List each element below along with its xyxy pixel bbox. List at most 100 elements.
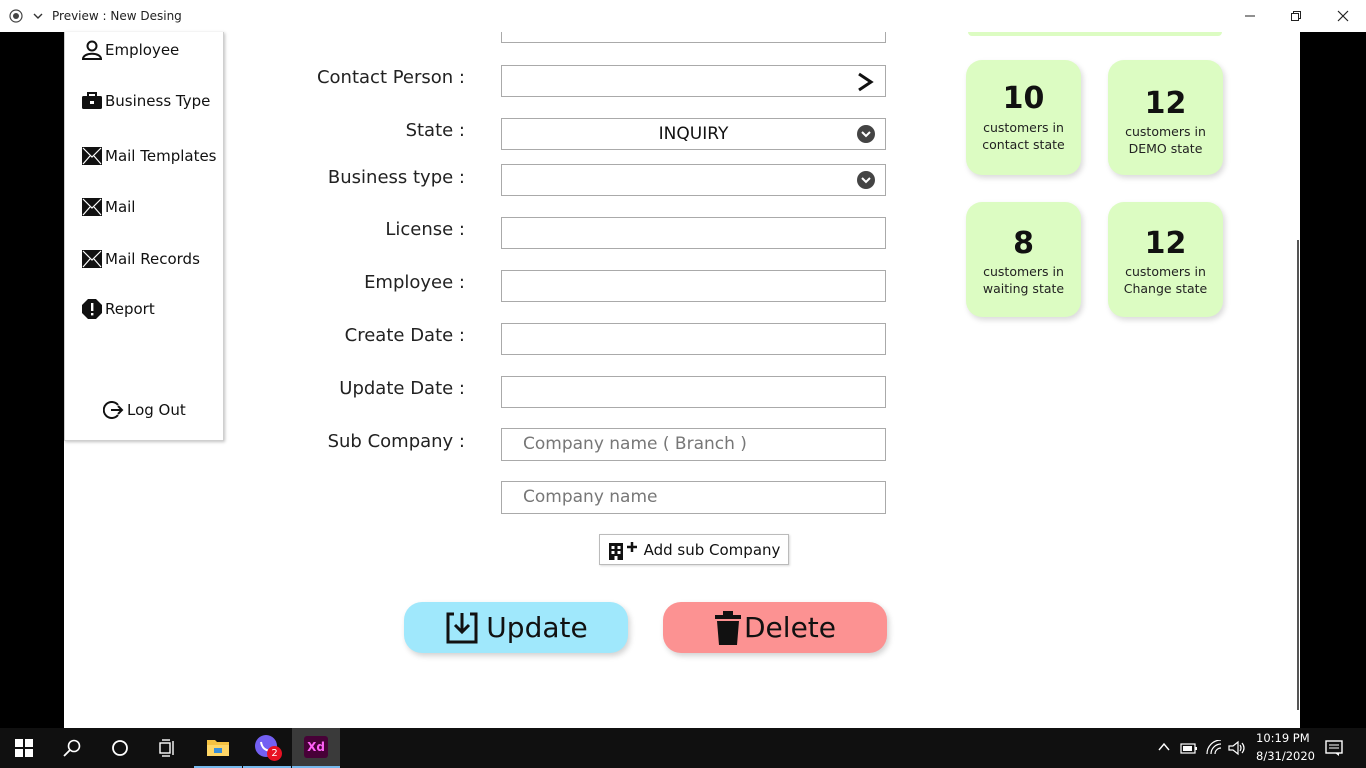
stat-card-change: 12 customers in Change state (1108, 202, 1223, 317)
state-label: State : (405, 120, 465, 141)
stat-text-line2: Change state (1123, 281, 1208, 296)
chevron-down-icon (857, 171, 875, 189)
briefcase-icon (82, 92, 102, 109)
company-name-placeholder: Company name (523, 487, 658, 507)
sidebar-item-label: Mail Records (105, 250, 200, 268)
sidebar-item-label: Report (105, 300, 155, 318)
battery-icon[interactable] (1180, 741, 1198, 755)
trash-icon (715, 610, 741, 645)
save-icon (446, 612, 478, 643)
stat-text-line1: customers in (1125, 264, 1206, 279)
taskbar: 2 Xd 10:19 PM 8/31/2020 (0, 728, 1366, 768)
chevron-up-icon[interactable] (1158, 742, 1170, 752)
create-date-field[interactable] (501, 323, 886, 355)
notification-badge: 2 (267, 746, 282, 761)
scrollbar[interactable] (1297, 240, 1299, 710)
sub-company-name-input[interactable]: Company name (501, 481, 886, 514)
mail-icon (82, 250, 102, 268)
viber-button[interactable]: 2 (243, 728, 291, 768)
clock-date[interactable]: 8/31/2020 (1256, 749, 1315, 763)
chevron-down-icon[interactable] (33, 11, 43, 21)
employee-field[interactable] (501, 270, 886, 302)
window-title-bar: Preview : New Desing (0, 0, 1366, 32)
stat-count: 8 (1013, 226, 1034, 261)
start-button[interactable] (0, 728, 48, 768)
file-explorer-button[interactable] (194, 728, 242, 768)
sidebar-item-label: Business Type (105, 92, 211, 110)
record-icon[interactable] (9, 9, 23, 23)
sidebar-item-employee[interactable]: Employee (81, 40, 179, 60)
stat-count: 12 (1144, 86, 1187, 121)
close-button[interactable] (1320, 4, 1366, 28)
cortana-button[interactable] (96, 728, 144, 768)
task-view-button[interactable] (144, 728, 192, 768)
stat-text-line2: contact state (982, 137, 1065, 152)
close-icon (1337, 10, 1349, 22)
chevron-right-icon[interactable] (855, 72, 875, 92)
stat-text-line2: DEMO state (1128, 141, 1203, 156)
sidebar-item-report[interactable]: Report (81, 298, 155, 320)
stat-text-line1: customers in (983, 120, 1064, 135)
windows-icon (15, 739, 33, 757)
partial-input-field[interactable] (501, 32, 886, 43)
folder-icon (207, 740, 229, 756)
mail-icon (82, 147, 102, 165)
license-label: License : (385, 219, 465, 240)
create-date-label: Create Date : (344, 325, 465, 346)
alert-icon (82, 299, 102, 319)
task-view-icon (159, 739, 174, 757)
search-button[interactable] (48, 728, 96, 768)
update-label: Update (486, 611, 588, 644)
delete-label: Delete (744, 611, 836, 644)
add-sub-company-label: Add sub Company (643, 540, 781, 559)
minimize-button[interactable] (1227, 4, 1273, 28)
update-button[interactable]: Update (404, 602, 628, 653)
sidebar-item-label: Mail Templates (105, 147, 217, 165)
user-icon (81, 40, 103, 60)
sidebar-item-mail-records[interactable]: Mail Records (81, 249, 200, 269)
sidebar-item-mail[interactable]: Mail (81, 197, 135, 217)
business-type-label: Business type : (327, 167, 465, 188)
branch-placeholder: Company name ( Branch ) (523, 434, 747, 454)
add-building-icon (608, 541, 637, 560)
contact-person-field[interactable] (501, 65, 886, 97)
stat-text-line1: customers in (1125, 124, 1206, 139)
stat-card-contact: 10 customers in contact state (966, 60, 1081, 175)
search-icon (63, 739, 81, 757)
clock-time[interactable]: 10:19 PM (1256, 731, 1310, 745)
wifi-icon[interactable] (1205, 740, 1223, 756)
adobe-xd-button[interactable]: Xd (292, 728, 340, 768)
sidebar-item-mail-templates[interactable]: Mail Templates (81, 146, 217, 166)
employee-label: Employee : (364, 272, 465, 293)
notification-center-icon[interactable] (1325, 740, 1343, 756)
sidebar-item-business-type[interactable]: Business Type (81, 92, 210, 110)
state-value: INQUIRY (658, 124, 729, 144)
stat-count: 12 (1144, 226, 1187, 261)
update-date-field[interactable] (501, 376, 886, 408)
logout-button[interactable]: Log Out (103, 400, 186, 420)
update-date-label: Update Date : (339, 378, 465, 399)
sidebar-item-label: Mail (105, 198, 136, 216)
sub-company-branch-input[interactable]: Company name ( Branch ) (501, 428, 886, 461)
delete-button[interactable]: Delete (663, 602, 887, 653)
sub-company-label: Sub Company : (327, 431, 465, 452)
cortana-icon (112, 740, 128, 756)
chevron-down-icon (857, 125, 875, 143)
contact-person-label: Contact Person : (316, 67, 465, 88)
add-sub-company-button[interactable]: Add sub Company (599, 534, 789, 565)
window-title: Preview : New Desing (52, 9, 182, 23)
volume-icon[interactable] (1228, 740, 1246, 756)
logout-label: Log Out (127, 401, 186, 419)
stat-text-line2: waiting state (982, 281, 1065, 296)
restore-button[interactable] (1273, 4, 1319, 28)
state-select[interactable]: INQUIRY (501, 118, 886, 150)
logout-icon (103, 401, 124, 419)
minimize-icon (1245, 15, 1255, 17)
license-field[interactable] (501, 217, 886, 249)
mail-icon (82, 198, 102, 216)
stat-card-waiting: 8 customers in waiting state (966, 202, 1081, 317)
stat-count: 10 (1002, 81, 1045, 116)
sidebar-item-label: Employee (105, 41, 180, 59)
business-type-select[interactable] (501, 164, 886, 196)
restore-icon (1291, 11, 1301, 21)
